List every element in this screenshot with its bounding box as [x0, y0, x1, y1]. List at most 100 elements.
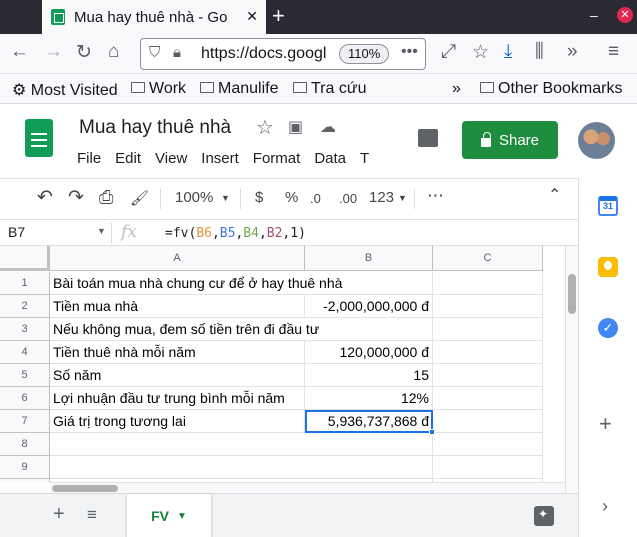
menu-view[interactable]: View — [155, 150, 187, 167]
cell-a2[interactable]: Tiền mua nhà — [50, 295, 305, 318]
url-text[interactable]: https://docs.googl — [201, 45, 331, 63]
row-header[interactable]: 10 — [0, 479, 50, 482]
select-all-corner[interactable] — [0, 246, 50, 271]
currency-format-button[interactable]: $ — [255, 189, 263, 206]
chevron-down-icon[interactable]: ▼ — [97, 226, 106, 236]
row-header[interactable]: 5 — [0, 364, 50, 387]
bookmark-manulife[interactable]: Manulife — [200, 80, 278, 98]
expand-panel-icon[interactable]: › — [602, 496, 608, 517]
zoom-level-badge[interactable]: 110% — [339, 44, 390, 64]
shield-icon[interactable]: ⛉ — [149, 44, 160, 61]
move-to-folder-icon[interactable]: ▣ — [288, 117, 303, 137]
chevron-down-icon[interactable]: ▼ — [221, 193, 230, 203]
cell-b6[interactable]: 12% — [305, 387, 433, 410]
cell-b8[interactable] — [305, 433, 433, 456]
cell-c5[interactable] — [433, 364, 543, 387]
bookmark-star-icon[interactable]: ☆ — [472, 41, 489, 64]
bookmark-other-bookmarks[interactable]: Other Bookmarks — [480, 80, 622, 98]
cell-a8[interactable] — [50, 433, 305, 456]
browser-tab[interactable]: Mua hay thuê nhà - Go ✕ — [42, 0, 266, 34]
percent-format-button[interactable]: % — [285, 189, 298, 206]
bookmarks-overflow-icon[interactable]: » — [452, 80, 461, 98]
cell-b3[interactable] — [305, 318, 433, 341]
collapse-toolbar-icon[interactable]: ⌃ — [548, 185, 561, 205]
cell-c4[interactable] — [433, 341, 543, 364]
overflow-menu-icon[interactable]: » — [567, 41, 578, 63]
column-header-a[interactable]: A — [50, 246, 305, 271]
download-icon[interactable]: ⤓ — [504, 41, 512, 63]
document-title[interactable]: Mua hay thuê nhà — [79, 117, 231, 139]
decrease-decimal-button[interactable]: .0 — [310, 191, 321, 206]
vertical-scroll-thumb[interactable] — [568, 274, 576, 314]
hamburger-menu-icon[interactable]: ≡ — [608, 41, 619, 63]
cell-a5[interactable]: Số năm — [50, 364, 305, 387]
cell-a6[interactable]: Lợi nhuận đầu tư trung bình mỗi năm — [50, 387, 305, 410]
expand-icon[interactable]: ⤢ — [441, 41, 456, 63]
row-header[interactable]: 3 — [0, 318, 50, 341]
bookmark-work[interactable]: Work — [131, 80, 186, 98]
new-tab-icon[interactable]: + — [272, 3, 285, 29]
cell-b2[interactable]: -2,000,000,000 đ — [305, 295, 433, 318]
fill-handle[interactable] — [429, 429, 435, 435]
chevron-down-icon[interactable]: ▼ — [398, 193, 407, 203]
menu-data[interactable]: Data — [314, 150, 346, 167]
column-header-b[interactable]: B — [305, 246, 433, 271]
cell-a9[interactable] — [50, 456, 305, 479]
bookmark-tra-cuu[interactable]: Tra cứu — [293, 80, 366, 98]
vertical-scrollbar[interactable] — [565, 246, 578, 493]
more-options-icon[interactable]: ⋯ — [427, 186, 444, 206]
minimize-window-icon[interactable]: – — [590, 7, 598, 23]
menu-edit[interactable]: Edit — [115, 150, 141, 167]
cell-c9[interactable] — [433, 456, 543, 479]
comment-history-icon[interactable] — [418, 129, 438, 147]
row-header[interactable]: 1 — [0, 272, 50, 295]
cell-b4[interactable]: 120,000,000 đ — [305, 341, 433, 364]
cell-a3[interactable]: Nếu không mua, đem số tiền trên đi đầu t… — [50, 318, 319, 341]
name-box[interactable]: B7 — [8, 224, 25, 240]
spreadsheet-grid[interactable]: A B C 1 Bài toán mua nhà chung cư để ở ha… — [0, 246, 565, 482]
keep-icon[interactable] — [598, 257, 618, 277]
share-button[interactable]: Share — [462, 121, 558, 159]
menu-format[interactable]: Format — [253, 150, 301, 167]
explore-icon[interactable] — [534, 506, 554, 526]
close-window-icon[interactable]: ✕ — [617, 7, 633, 23]
tasks-icon[interactable]: ✓ — [598, 318, 618, 338]
sheets-logo-icon[interactable] — [25, 119, 53, 157]
print-icon[interactable]: ⎙ — [99, 187, 113, 208]
row-header[interactable]: 7 — [0, 410, 50, 433]
formula-input[interactable]: =fv(B6,B5,B4,B2,1) — [165, 226, 306, 241]
row-header[interactable]: 4 — [0, 341, 50, 364]
row-header[interactable]: 6 — [0, 387, 50, 410]
avatar[interactable] — [578, 122, 615, 159]
close-tab-icon[interactable]: ✕ — [246, 8, 258, 25]
cell-c8[interactable] — [433, 433, 543, 456]
column-header-c[interactable]: C — [433, 246, 543, 271]
add-sheet-icon[interactable]: + — [53, 503, 65, 526]
cell-a1[interactable]: Bài toán mua nhà chung cư để ở hay thuê … — [50, 272, 342, 295]
undo-icon[interactable]: ↶ — [37, 186, 53, 209]
url-bar[interactable]: ⛉ 🔒︎ https://docs.googl 110% ••• — [140, 38, 426, 70]
increase-decimal-button[interactable]: .00 — [339, 191, 357, 206]
redo-icon[interactable]: ↷ — [68, 186, 84, 209]
row-header[interactable]: 9 — [0, 456, 50, 479]
page-actions-icon[interactable]: ••• — [401, 43, 418, 61]
cell-c6[interactable] — [433, 387, 543, 410]
back-icon[interactable]: ← — [10, 41, 29, 63]
cell-c2[interactable] — [433, 295, 543, 318]
reload-icon[interactable]: ↻ — [76, 41, 92, 64]
cell-b7[interactable]: 5,936,737,868 đ — [305, 410, 433, 433]
zoom-select[interactable]: 100% — [175, 189, 213, 206]
cell-c7[interactable] — [433, 410, 543, 433]
star-icon[interactable]: ☆ — [256, 115, 274, 140]
paint-format-icon[interactable]: 🖌 — [130, 189, 149, 207]
lock-icon[interactable]: 🔒︎ — [173, 44, 181, 61]
cell-c1[interactable] — [433, 272, 543, 295]
row-header[interactable]: 8 — [0, 433, 50, 456]
add-addon-icon[interactable]: + — [599, 411, 612, 437]
cell-a4[interactable]: Tiền thuê nhà mỗi năm — [50, 341, 305, 364]
cell-a10[interactable] — [50, 479, 305, 482]
horizontal-scrollbar[interactable] — [50, 482, 565, 493]
menu-file[interactable]: File — [77, 150, 101, 167]
row-header[interactable]: 2 — [0, 295, 50, 318]
cloud-status-icon[interactable]: ☁ — [320, 117, 336, 137]
